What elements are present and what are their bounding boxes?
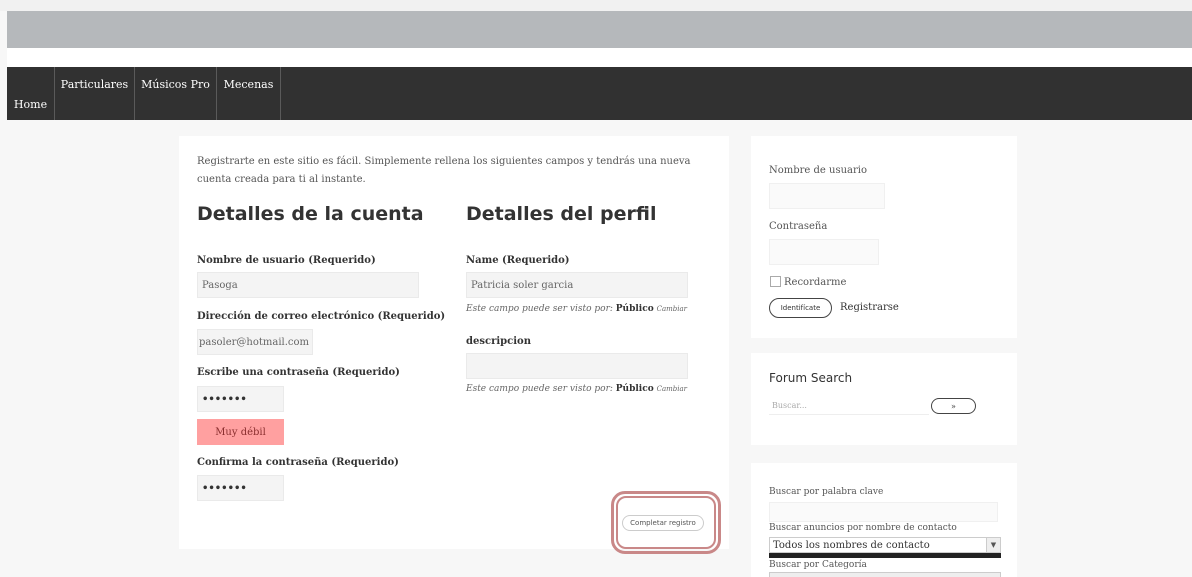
header-banner (7, 11, 1192, 48)
remember-me-label: Recordarme (784, 277, 847, 288)
nav-particulares-label: Particulares (60, 78, 129, 91)
forum-search-button[interactable]: » (931, 398, 976, 414)
description-visibility-note: Este campo puede ser visto por: Público … (466, 384, 687, 394)
select-underline (769, 553, 1001, 558)
remember-me-checkbox[interactable] (770, 276, 781, 287)
forum-search-input[interactable]: Buscar... (769, 397, 929, 415)
name-visibility-change-link[interactable]: Cambiar (657, 305, 687, 313)
confirm-password-field[interactable]: ••••••• (197, 475, 284, 501)
register-intro: Registrarte en este sitio es fácil. Simp… (197, 156, 691, 185)
username-field[interactable]: Pasoga (197, 272, 419, 298)
description-visibility-change-link[interactable]: Cambiar (657, 385, 687, 393)
nav-home[interactable]: Home (7, 67, 55, 120)
login-username-label: Nombre de usuario (769, 165, 868, 176)
name-field[interactable]: Patricia soler garcia (466, 272, 688, 298)
profile-details-heading: Detalles del perfil (466, 203, 657, 225)
category-select[interactable] (769, 572, 1001, 577)
login-password-label: Contraseña (769, 221, 828, 232)
description-label: descripcion (466, 336, 531, 347)
complete-registration-button[interactable]: Completar registro (622, 515, 704, 531)
nav-musicos-pro[interactable]: Músicos Pro (135, 67, 217, 120)
confirm-password-label: Confirma la contraseña (Requerido) (197, 457, 399, 468)
login-button[interactable]: Identifícate (769, 298, 832, 318)
password-strength-indicator: Muy débil (197, 419, 284, 445)
nav-particulares[interactable]: Particulares (55, 67, 135, 120)
email-field[interactable]: pasoler@hotmail.com (197, 329, 313, 355)
name-visibility-prefix: Este campo puede ser visto por: (466, 304, 613, 314)
account-details-heading: Detalles de la cuenta (197, 203, 424, 225)
contact-search-label: Buscar anuncios por nombre de contacto (769, 523, 957, 533)
nav-mecenas[interactable]: Mecenas (217, 67, 281, 120)
main-nav: Home Particulares Músicos Pro Mecenas (7, 67, 1192, 120)
name-label: Name (Requerido) (466, 255, 570, 266)
register-link[interactable]: Registrarse (840, 302, 899, 313)
username-label: Nombre de usuario (Requerido) (197, 255, 376, 266)
description-visibility-prefix: Este campo puede ser visto por: (466, 384, 613, 394)
password-field[interactable]: ••••••• (197, 386, 284, 412)
header-gap (7, 48, 1192, 67)
keyword-search-input[interactable] (769, 502, 998, 522)
top-strip (0, 0, 1192, 11)
description-field[interactable] (466, 353, 688, 379)
contact-name-selected: Todos los nombres de contacto (773, 539, 930, 551)
login-username-input[interactable] (769, 183, 885, 209)
name-visibility-value: Público (615, 304, 654, 314)
category-search-label: Buscar por Categoría (769, 560, 867, 570)
contact-name-select[interactable]: Todos los nombres de contacto ▼ (769, 537, 1001, 553)
description-visibility-value: Público (615, 384, 654, 394)
name-visibility-note: Este campo puede ser visto por: Público … (466, 304, 687, 314)
email-label: Dirección de correo electrónico (Requeri… (197, 311, 446, 322)
keyword-search-label: Buscar por palabra clave (769, 487, 884, 497)
nav-mecenas-label: Mecenas (223, 78, 274, 91)
nav-home-label: Home (13, 98, 48, 111)
forum-search-title: Forum Search (769, 371, 853, 385)
register-form-card: Registrarte en este sitio es fácil. Simp… (179, 136, 729, 549)
chevron-down-icon: ▼ (986, 538, 1000, 552)
password-label: Escribe una contraseña (Requerido) (197, 367, 400, 378)
login-password-input[interactable] (769, 239, 879, 265)
nav-musicos-pro-label: Músicos Pro (141, 78, 210, 91)
